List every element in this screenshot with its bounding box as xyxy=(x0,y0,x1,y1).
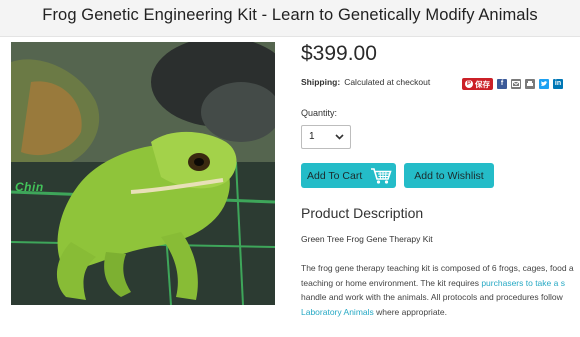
laboratory-animals-link[interactable]: Laboratory Animals xyxy=(301,307,374,317)
pinterest-save-button[interactable]: P 保存 xyxy=(462,78,493,90)
add-to-cart-button[interactable]: Add To Cart xyxy=(301,163,396,188)
product-price: $399.00 xyxy=(301,42,377,65)
product-subtitle: Green Tree Frog Gene Therapy Kit xyxy=(301,234,433,244)
image-overlay-text: Chin xyxy=(15,180,44,194)
page-title: Frog Genetic Engineering Kit - Learn to … xyxy=(42,6,538,24)
product-description-text: The frog gene therapy teaching kit is co… xyxy=(301,261,580,319)
description-line-2-text: teaching or home environment. The kit re… xyxy=(301,277,482,288)
add-to-wishlist-button[interactable]: Add to Wishlist xyxy=(404,163,494,188)
description-line-2: teaching or home environment. The kit re… xyxy=(301,276,580,291)
description-line-4: Laboratory Animals where appropriate. xyxy=(301,305,580,320)
add-to-cart-label: Add To Cart xyxy=(307,169,363,182)
quantity-label: Quantity: xyxy=(301,108,338,118)
email-icon[interactable] xyxy=(511,79,521,89)
twitter-icon[interactable] xyxy=(539,79,549,89)
product-description-heading: Product Description xyxy=(301,205,424,221)
share-bar: P 保存 f in xyxy=(462,77,563,91)
quantity-value: 1 xyxy=(309,131,315,142)
cart-icon xyxy=(371,168,392,184)
page-header: Frog Genetic Engineering Kit - Learn to … xyxy=(0,0,580,37)
description-line-3: handle and work with the animals. All pr… xyxy=(301,292,563,302)
product-image[interactable]: Chin xyxy=(11,42,275,305)
pinterest-icon: P xyxy=(465,80,473,88)
linkedin-icon[interactable]: in xyxy=(553,79,563,89)
description-line-4-text: where appropriate. xyxy=(373,306,448,317)
frog-photo xyxy=(11,42,275,305)
chevron-down-icon xyxy=(335,134,344,140)
shipping-label: Shipping: xyxy=(301,77,341,87)
print-icon[interactable] xyxy=(525,79,535,89)
pinterest-save-label: 保存 xyxy=(475,79,490,89)
add-to-wishlist-label: Add to Wishlist xyxy=(414,169,484,182)
description-line-1: The frog gene therapy teaching kit is co… xyxy=(301,263,574,273)
training-link[interactable]: purchasers to take a s xyxy=(481,278,565,288)
shipping-value: Calculated at checkout xyxy=(344,77,431,87)
facebook-icon[interactable]: f xyxy=(497,79,507,89)
shipping-info: Shipping: Calculated at checkout xyxy=(301,77,430,87)
quantity-select[interactable]: 1 xyxy=(301,125,351,149)
